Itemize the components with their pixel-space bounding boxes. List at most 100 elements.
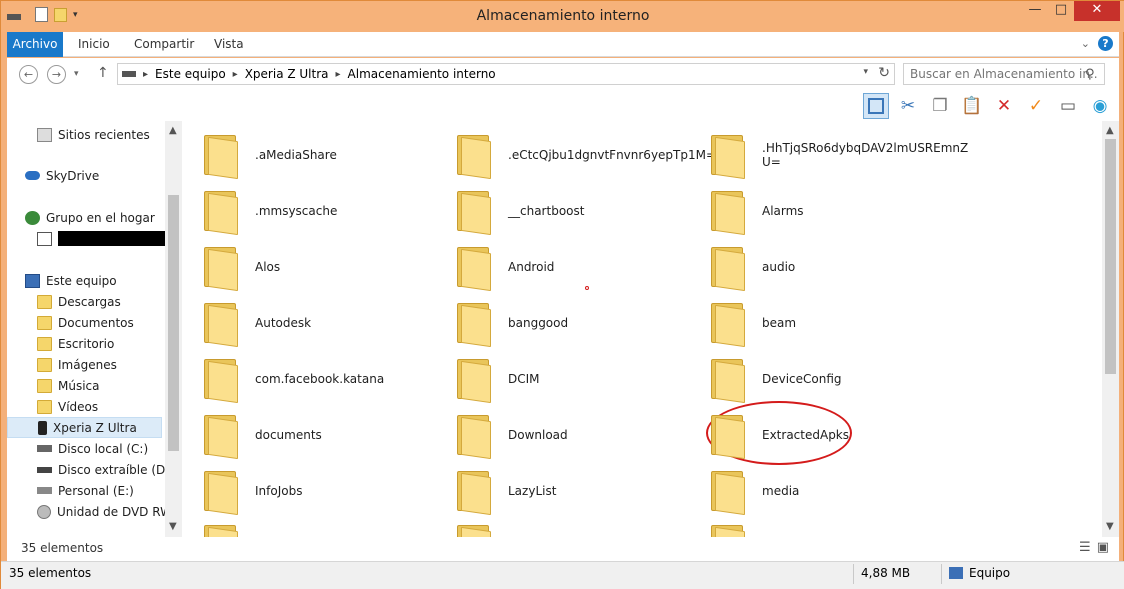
breadcrumb-xperia[interactable]: Xperia Z Ultra (245, 67, 329, 81)
scroll-down-icon[interactable]: ▼ (169, 521, 177, 532)
details-view-icon[interactable]: ☰ (1079, 540, 1091, 555)
tab-vista[interactable]: Vista (214, 32, 244, 57)
close-button[interactable]: ✕ (1074, 1, 1120, 21)
folder-label: DeviceConfig (762, 372, 842, 386)
up-arrow-icon[interactable]: ↑ (97, 65, 109, 81)
folder-item[interactable]: .mmsyscache (202, 185, 337, 237)
nav-item-xperia[interactable]: Xperia Z Ultra (7, 417, 162, 438)
folder-item[interactable]: .eCtcQjbu1dgnvtFnvnr6yepTp1M= (455, 129, 716, 181)
nav-label: Xperia Z Ultra (53, 420, 137, 435)
tab-archivo[interactable]: Archivo (7, 32, 63, 57)
folder-item[interactable]: Alarms (709, 185, 804, 237)
folder-item[interactable]: documents (202, 409, 322, 461)
large-icons-view-icon[interactable]: ▣ (1097, 540, 1109, 555)
nav-scrollbar[interactable]: ▲ ▼ (165, 121, 182, 537)
folder-label: Autodesk (255, 316, 312, 330)
drive-icon (37, 487, 52, 494)
scroll-up-icon[interactable]: ▲ (1106, 125, 1114, 136)
folder-item[interactable]: beam (709, 297, 796, 349)
folder-label: audio (762, 260, 796, 274)
folder-item[interactable]: LazyList (455, 465, 556, 517)
folder-item[interactable]: media (709, 465, 799, 517)
scroll-up-icon[interactable]: ▲ (169, 125, 177, 136)
file-list: ▲ ▼ .aMediaShare .eCtcQjbu1dgnvtFnvnr6yep… (182, 121, 1119, 537)
folder-item[interactable]: audio (709, 241, 795, 293)
search-icon[interactable]: ⚲ (1085, 67, 1095, 82)
recent-locations-icon[interactable]: ▾ (74, 69, 79, 79)
folder-icon (37, 357, 52, 372)
nav-item-skydrive[interactable]: SkyDrive (25, 165, 185, 186)
folder-item[interactable]: InfoJobs (202, 465, 302, 517)
main-scrollbar[interactable]: ▲ ▼ (1102, 121, 1119, 537)
folder-icon (202, 301, 242, 348)
folder-item[interactable]: __chartboost (455, 185, 584, 237)
tab-compartir[interactable]: Compartir (134, 32, 194, 57)
address-dropdown-icon[interactable]: ▾ (863, 67, 868, 77)
shell-icon[interactable]: ◉ (1087, 93, 1113, 119)
nav-item-grupo-hogar[interactable]: Grupo en el hogar (25, 207, 185, 228)
folder-icon (202, 469, 242, 516)
folder-item[interactable]: banggood (455, 297, 568, 349)
chevron-right-icon[interactable]: ▸ (233, 69, 238, 80)
folder-item[interactable]: Download (455, 409, 568, 461)
folder-item[interactable]: DeviceConfig (709, 353, 842, 405)
nav-label: Personal (E:) (58, 483, 134, 498)
copy-icon[interactable]: ❐ (927, 93, 953, 119)
minimize-button[interactable]: — (1022, 1, 1048, 21)
folder-icon (455, 245, 495, 292)
preview-pane-icon[interactable] (863, 93, 889, 119)
folder-item[interactable]: ExtractedApks (709, 409, 849, 461)
folder-icon (709, 245, 749, 292)
folder-icon (709, 469, 749, 516)
breadcrumb-almacenamiento[interactable]: Almacenamiento interno (348, 67, 496, 81)
chevron-right-icon[interactable]: ▸ (143, 69, 148, 80)
check-icon[interactable]: ✓ (1023, 93, 1049, 119)
scroll-thumb[interactable] (168, 195, 179, 451)
rename-icon[interactable]: ▭ (1055, 93, 1081, 119)
folder-icon[interactable] (709, 523, 749, 537)
homegroup-icon (25, 210, 40, 225)
chevron-right-icon[interactable]: ▸ (336, 69, 341, 80)
ribbon-expand-icon[interactable]: ⌄ (1081, 37, 1090, 50)
address-bar[interactable]: ▸ Este equipo ▸ Xperia Z Ultra ▸ Almacen… (117, 63, 895, 85)
nav-label: Escritorio (58, 336, 115, 351)
status-zone-label: Equipo (969, 566, 1011, 580)
folder-icon[interactable] (455, 523, 495, 537)
scroll-down-icon[interactable]: ▼ (1106, 521, 1114, 532)
window-title: Almacenamiento interno (476, 8, 650, 24)
folder-item[interactable]: .aMediaShare (202, 129, 337, 181)
folder-label: beam (762, 316, 797, 330)
folder-item[interactable]: Autodesk (202, 297, 311, 349)
forward-button[interactable]: → (47, 65, 66, 84)
folder-icon (709, 357, 749, 404)
folder-label: Android (508, 260, 555, 274)
tab-inicio[interactable]: Inicio (78, 32, 110, 57)
folder-item[interactable]: Alos (202, 241, 280, 293)
folder-label: banggood (508, 316, 569, 330)
maximize-button[interactable]: □ (1048, 1, 1074, 21)
help-icon[interactable]: ? (1098, 36, 1113, 51)
folder-icon (455, 357, 495, 404)
folder-item[interactable]: .HhTjqSRo6dybqDAV2lmUSREmnZ U= (709, 129, 968, 181)
folder-icon (37, 378, 52, 393)
search-input[interactable] (903, 63, 1105, 85)
folder-item[interactable]: com.facebook.katana (202, 353, 384, 405)
folder-icon (455, 189, 495, 236)
paste-icon[interactable]: 📋 (959, 93, 985, 119)
folder-label: Download (508, 428, 568, 442)
user-icon (37, 231, 52, 246)
folder-item[interactable]: Android (455, 241, 554, 293)
folder-icon[interactable] (202, 523, 242, 537)
cut-icon[interactable]: ✂ (895, 93, 921, 119)
nav-label: Descargas (58, 294, 121, 309)
folder-icon (455, 469, 495, 516)
folder-icon (709, 301, 749, 348)
back-button[interactable]: ← (19, 65, 38, 84)
delete-icon[interactable]: ✕ (991, 93, 1017, 119)
folder-item[interactable]: DCIM (455, 353, 540, 405)
refresh-icon[interactable]: ↻ (878, 65, 890, 81)
scroll-thumb[interactable] (1105, 139, 1116, 374)
computer-icon (25, 273, 40, 288)
breadcrumb-este-equipo[interactable]: Este equipo (155, 67, 226, 81)
nav-item-este-equipo[interactable]: Este equipo (25, 270, 185, 291)
